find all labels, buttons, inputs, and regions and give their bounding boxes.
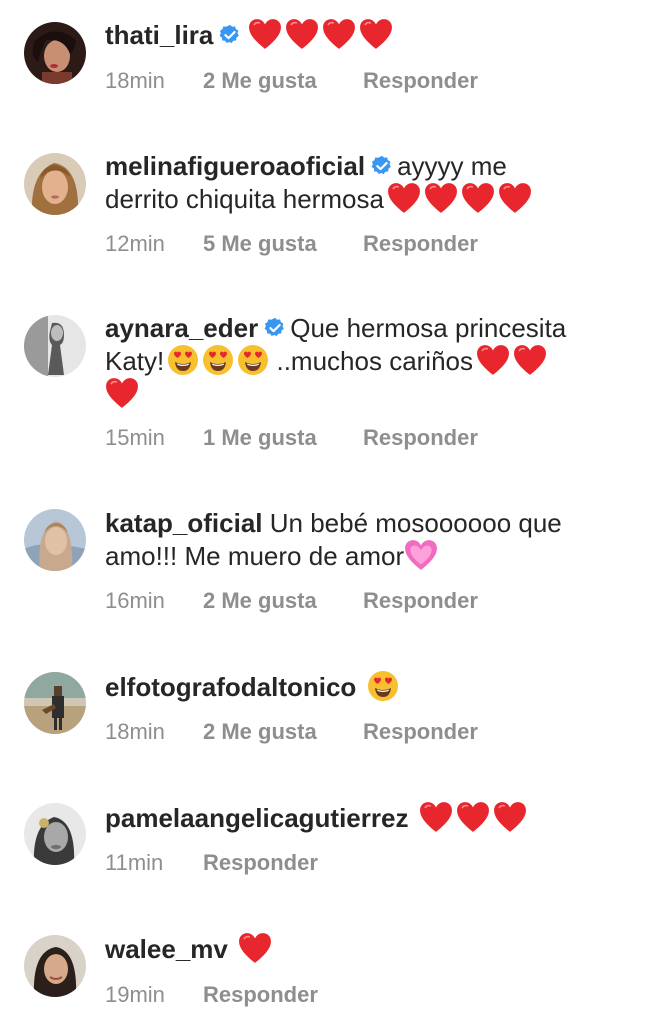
avatar[interactable] [24,803,86,865]
red-heart-emoji-icon [513,344,547,376]
reply-button[interactable]: Responder [363,231,478,257]
heart-eyes-emoji-icon [202,344,234,376]
red-heart-emoji-icon [285,18,319,50]
red-heart-emoji-icon [493,801,527,833]
comment-meta: 19min Responder [105,982,318,1008]
comment-text: pamelaangelicagutierrez [105,801,630,834]
comment-text: elfotografodaltonico [105,670,630,703]
red-heart-emoji-icon [105,377,139,409]
comment-body: Que hermosa princesita [290,313,567,343]
reply-button[interactable]: Responder [363,425,478,451]
comment-text: katap_oficial Un bebé mosoooooo que amo!… [105,507,630,572]
username[interactable]: pamelaangelicagutierrez [105,803,408,833]
likes-count[interactable]: 2 Me gusta [203,588,363,614]
comment-body: derrito chiquita hermosa [105,184,384,214]
verified-badge-icon [219,24,241,46]
heart-eyes-emoji-icon [237,344,269,376]
likes-count[interactable]: 1 Me gusta [203,425,363,451]
comment-time: 18min [105,719,165,744]
heart-eyes-emoji-icon [367,670,399,702]
avatar[interactable] [24,672,86,734]
red-heart-emoji-icon [322,18,356,50]
comment-meta: 12min 5 Me gusta Responder [105,231,478,257]
comment-text: walee_mv [105,932,630,965]
comment-text: melinafigueroaoficial ayyyy me derrito ch… [105,150,630,215]
comment-body: Un bebé mosoooooo que [269,508,562,538]
username[interactable]: aynara_eder [105,313,258,343]
red-heart-emoji-icon [456,801,490,833]
username[interactable]: elfotografodaltonico [105,672,356,702]
red-heart-emoji-icon [461,182,495,214]
comment-time: 19min [105,982,165,1007]
avatar[interactable] [24,22,86,84]
comment-time: 12min [105,231,165,256]
username[interactable]: melinafigueroaoficial [105,151,365,181]
comment-text: aynara_eder Que hermosa princesita Katy! … [105,312,630,410]
comment-body: amo!!! Me muero de amor [105,541,405,571]
comment-time: 11min [105,850,164,875]
reply-button[interactable]: Responder [363,719,478,745]
red-heart-emoji-icon [238,932,272,964]
red-heart-emoji-icon [498,182,532,214]
comment-text: thati_lira [105,18,630,51]
comment-meta: 11min Responder [105,850,318,876]
reply-button[interactable]: Responder [363,68,478,94]
sparkling-heart-emoji-icon [404,539,438,571]
comment-time: 15min [105,425,165,450]
avatar[interactable] [24,509,86,571]
red-heart-emoji-icon [359,18,393,50]
red-heart-emoji-icon [476,344,510,376]
avatar[interactable] [24,935,86,997]
red-heart-emoji-icon [419,801,453,833]
username[interactable]: walee_mv [105,934,228,964]
comment-body: ..muchos cariños [276,346,474,376]
comment-time: 18min [105,68,165,93]
comment-meta: 15min 1 Me gusta Responder [105,425,478,451]
verified-badge-icon [264,317,286,339]
comment-meta: 16min 2 Me gusta Responder [105,588,478,614]
avatar[interactable] [24,315,86,377]
red-heart-emoji-icon [387,182,421,214]
username[interactable]: katap_oficial [105,508,263,538]
comment-time: 16min [105,588,165,613]
avatar[interactable] [24,153,86,215]
comment-body: ayyyy me [397,151,507,181]
likes-count[interactable]: 2 Me gusta [203,68,363,94]
verified-badge-icon [371,155,393,177]
comment-body: Katy! [105,346,165,376]
reply-button[interactable]: Responder [363,588,478,614]
comment-meta: 18min 2 Me gusta Responder [105,68,478,94]
username[interactable]: thati_lira [105,20,213,50]
comment-meta: 18min 2 Me gusta Responder [105,719,478,745]
likes-count[interactable]: 2 Me gusta [203,719,363,745]
heart-eyes-emoji-icon [167,344,199,376]
red-heart-emoji-icon [424,182,458,214]
reply-button[interactable]: Responder [203,850,318,876]
reply-button[interactable]: Responder [203,982,318,1008]
red-heart-emoji-icon [248,18,282,50]
likes-count[interactable]: 5 Me gusta [203,231,363,257]
